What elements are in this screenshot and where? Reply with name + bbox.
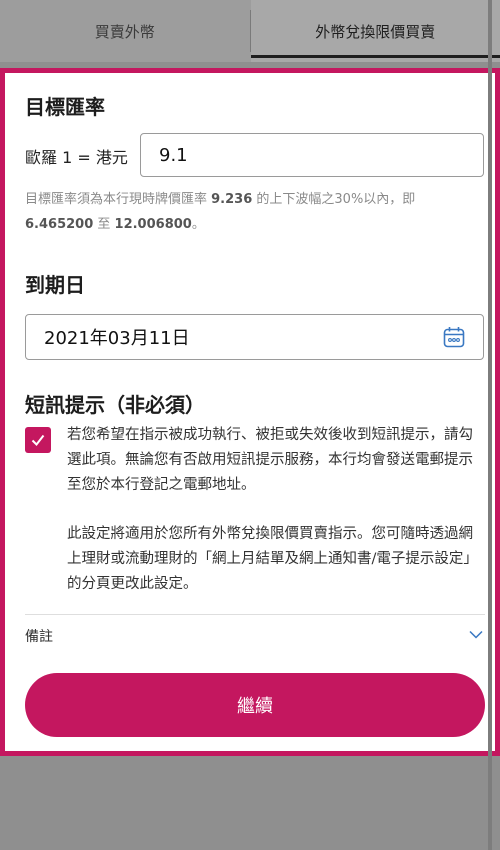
expiry-title: 到期日 (25, 273, 85, 297)
target-rate-title: 目標匯率 (25, 95, 105, 119)
checkmark-icon (31, 434, 45, 447)
continue-button[interactable]: 繼續 (25, 673, 485, 737)
rate-label: 歐羅 1 = 港元 (25, 148, 128, 167)
hint-text: 目標匯率須為本行現時牌價匯率 (25, 192, 212, 207)
expiry-date-value: 2021年03月11日 (44, 328, 190, 349)
rate-lower-bound: 6.465200 (25, 217, 94, 232)
sms-checkbox[interactable] (25, 427, 51, 453)
expiry-date-input[interactable]: 2021年03月11日 (25, 314, 484, 360)
target-rate-row: 歐羅 1 = 港元 9.1 (25, 133, 485, 179)
divider (25, 614, 485, 615)
calendar-icon[interactable] (443, 326, 465, 348)
tab-bar: 買賣外幣 外幣兌換限價買賣 (0, 0, 500, 62)
hint-text: 至 (93, 217, 115, 232)
limit-order-form: 目標匯率 歐羅 1 = 港元 9.1 目標匯率須為本行現時牌價匯率 9.236 … (0, 68, 500, 756)
tab-buy-sell-fx[interactable]: 買賣外幣 (0, 0, 250, 62)
target-rate-input[interactable]: 9.1 (140, 133, 484, 177)
target-rate-hint: 目標匯率須為本行現時牌價匯率 9.236 的上下波幅之30%以內，即 6.465… (25, 187, 485, 237)
rate-upper-bound: 12.006800 (114, 217, 192, 232)
sms-description: 若您希望在指示被成功執行、被拒或失效後收到短訊提示，請勾選此項。無論您有否啟用短… (67, 423, 487, 621)
chevron-down-icon (469, 630, 483, 639)
hint-text: 的上下波幅之30%以內，即 (252, 192, 416, 207)
remarks-label: 備註 (25, 629, 53, 645)
hint-text: 。 (191, 217, 205, 232)
sms-paragraph-1: 若您希望在指示被成功執行、被拒或失效後收到短訊提示，請勾選此項。無論您有否啟用短… (67, 427, 473, 493)
sms-title: 短訊提示（非必須） (25, 393, 205, 417)
tab-limit-order[interactable]: 外幣兌換限價買賣 (250, 0, 500, 62)
current-rate: 9.236 (211, 192, 253, 207)
scrollbar[interactable] (488, 0, 492, 850)
target-rate-value: 9.1 (159, 144, 188, 166)
sms-paragraph-2: 此設定將適用於您所有外幣兌換限價買賣指示。您可隨時透過網上理財或流動理財的「網上… (67, 526, 478, 592)
continue-label: 繼續 (237, 696, 273, 717)
remarks-toggle[interactable]: 備註 (25, 626, 485, 646)
